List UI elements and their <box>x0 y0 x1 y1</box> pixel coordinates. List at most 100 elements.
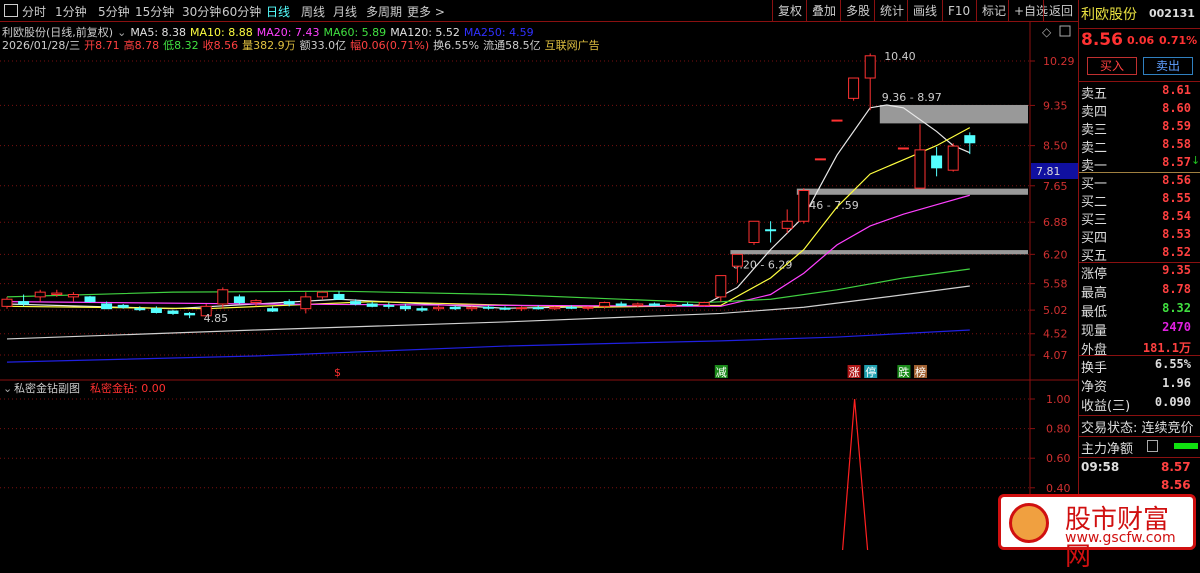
candle[interactable] <box>914 149 926 189</box>
candle[interactable] <box>814 158 826 161</box>
ma-line-ma10 <box>6 127 971 310</box>
stock-code: 002131 <box>1149 7 1195 20</box>
candle[interactable] <box>632 303 644 306</box>
sub-title: 私密金钻副图 <box>14 381 80 395</box>
candle[interactable] <box>599 302 611 307</box>
candle[interactable] <box>449 306 461 310</box>
candle[interactable] <box>698 302 710 306</box>
candle[interactable] <box>731 253 743 267</box>
diamond-icon[interactable]: ◇ <box>1042 25 1052 39</box>
stat-row: 净资 1.96 <box>1081 376 1191 395</box>
candle[interactable] <box>416 308 428 311</box>
candle[interactable] <box>267 308 279 312</box>
candle[interactable] <box>897 147 909 150</box>
candle[interactable] <box>184 312 196 316</box>
ma-line-ma250 <box>6 329 970 363</box>
candle[interactable] <box>715 275 727 298</box>
candle[interactable] <box>283 301 295 305</box>
candle[interactable] <box>848 77 860 99</box>
dropdown-icon[interactable]: ⌄ <box>3 382 12 395</box>
bid-row: 买三 8.54 <box>1081 209 1191 228</box>
candle[interactable] <box>665 303 677 306</box>
tick-price: 8.56 <box>1161 478 1191 492</box>
candle[interactable] <box>150 308 162 313</box>
candle[interactable] <box>67 294 79 298</box>
candle[interactable] <box>383 304 395 307</box>
candle[interactable] <box>532 307 544 310</box>
candle[interactable] <box>549 306 561 310</box>
candle[interactable] <box>615 303 627 306</box>
sell-button[interactable]: 卖出 <box>1143 57 1193 75</box>
signal-label: $ <box>334 366 341 379</box>
candle[interactable] <box>117 304 129 308</box>
candle[interactable] <box>366 303 378 307</box>
candle[interactable] <box>831 119 843 122</box>
candle[interactable] <box>565 306 577 309</box>
bid-row: 买四 8.53 <box>1081 227 1191 246</box>
list-icon[interactable] <box>1147 440 1158 452</box>
ask-row: 卖一 8.57 <box>1081 155 1191 174</box>
candle[interactable] <box>648 303 660 306</box>
candle[interactable] <box>748 220 760 244</box>
candle[interactable] <box>1 298 13 307</box>
candle[interactable] <box>516 307 528 310</box>
candle[interactable] <box>798 190 810 222</box>
candle[interactable] <box>350 301 362 305</box>
candle[interactable] <box>51 292 63 296</box>
candle[interactable] <box>250 300 262 304</box>
bid-row: 买二 8.55 <box>1081 191 1191 210</box>
candle[interactable] <box>217 289 229 305</box>
candle[interactable] <box>931 155 943 169</box>
trade-status: 交易状态: 连续竞价 <box>1081 421 1194 436</box>
candle[interactable] <box>781 220 793 229</box>
y-tick-label: 6.88 <box>1043 216 1068 229</box>
candle[interactable] <box>765 229 777 232</box>
bid-row: 买一 8.56 <box>1081 173 1191 192</box>
candle[interactable] <box>134 308 146 311</box>
y-tick-label: 5.58 <box>1043 278 1068 291</box>
candle[interactable] <box>582 306 594 309</box>
last-price: 8.56 <box>1081 30 1123 50</box>
candle[interactable] <box>433 306 445 310</box>
stat-row: 现量 2470 <box>1081 320 1191 339</box>
candle[interactable] <box>167 310 179 314</box>
sub-indicator: 私密金钻: 0.00 <box>90 381 166 395</box>
candle[interactable] <box>947 145 959 171</box>
candle[interactable] <box>300 296 312 310</box>
sub-y-tick-label: 0.60 <box>1046 452 1071 465</box>
main-net-label: 主力净额 <box>1081 442 1134 457</box>
ask-row: 卖四 8.60 <box>1081 101 1191 120</box>
sub-y-tick-label: 0.80 <box>1046 423 1071 436</box>
candle[interactable] <box>333 294 345 300</box>
candle[interactable] <box>499 307 511 310</box>
candle[interactable] <box>18 301 30 305</box>
kline-chart[interactable]: ◇ 10.29 9.35 8.50 7.65 6.88 6.20 5.58 5.02 4.52 4.… <box>0 0 1078 550</box>
candle[interactable] <box>964 135 976 144</box>
ask-row: 卖三 8.59 <box>1081 119 1191 138</box>
gap-zone <box>796 188 1028 195</box>
layout-icon[interactable] <box>1059 25 1071 37</box>
candle[interactable] <box>466 306 478 310</box>
stat-row: 收益(三) 0.090 <box>1081 395 1191 414</box>
y-tick-label: 10.29 <box>1043 55 1075 68</box>
sub-y-tick-label: 1.00 <box>1046 393 1071 406</box>
buy-button[interactable]: 买入 <box>1087 57 1137 75</box>
signal-label: 跌 <box>898 365 909 379</box>
candle[interactable] <box>482 306 494 309</box>
candle[interactable] <box>682 303 694 306</box>
stock-name: 利欧股份 <box>1081 7 1137 23</box>
price-tag-label: 7.81 <box>1036 165 1061 178</box>
gap-zone <box>730 250 1028 255</box>
candle[interactable] <box>233 296 245 304</box>
candle[interactable] <box>84 296 96 303</box>
candle[interactable] <box>34 291 46 298</box>
candle[interactable] <box>864 55 876 79</box>
indicator-line <box>842 398 869 550</box>
candle[interactable] <box>101 303 113 310</box>
candle[interactable] <box>316 291 328 298</box>
candle[interactable] <box>399 305 411 310</box>
stat-row: 涨停 9.35 <box>1081 263 1191 282</box>
stat-row: 最低 8.32 <box>1081 301 1191 320</box>
stat-row: 换手 6.55% <box>1081 357 1191 376</box>
stat-row: 最高 8.78 <box>1081 282 1191 301</box>
